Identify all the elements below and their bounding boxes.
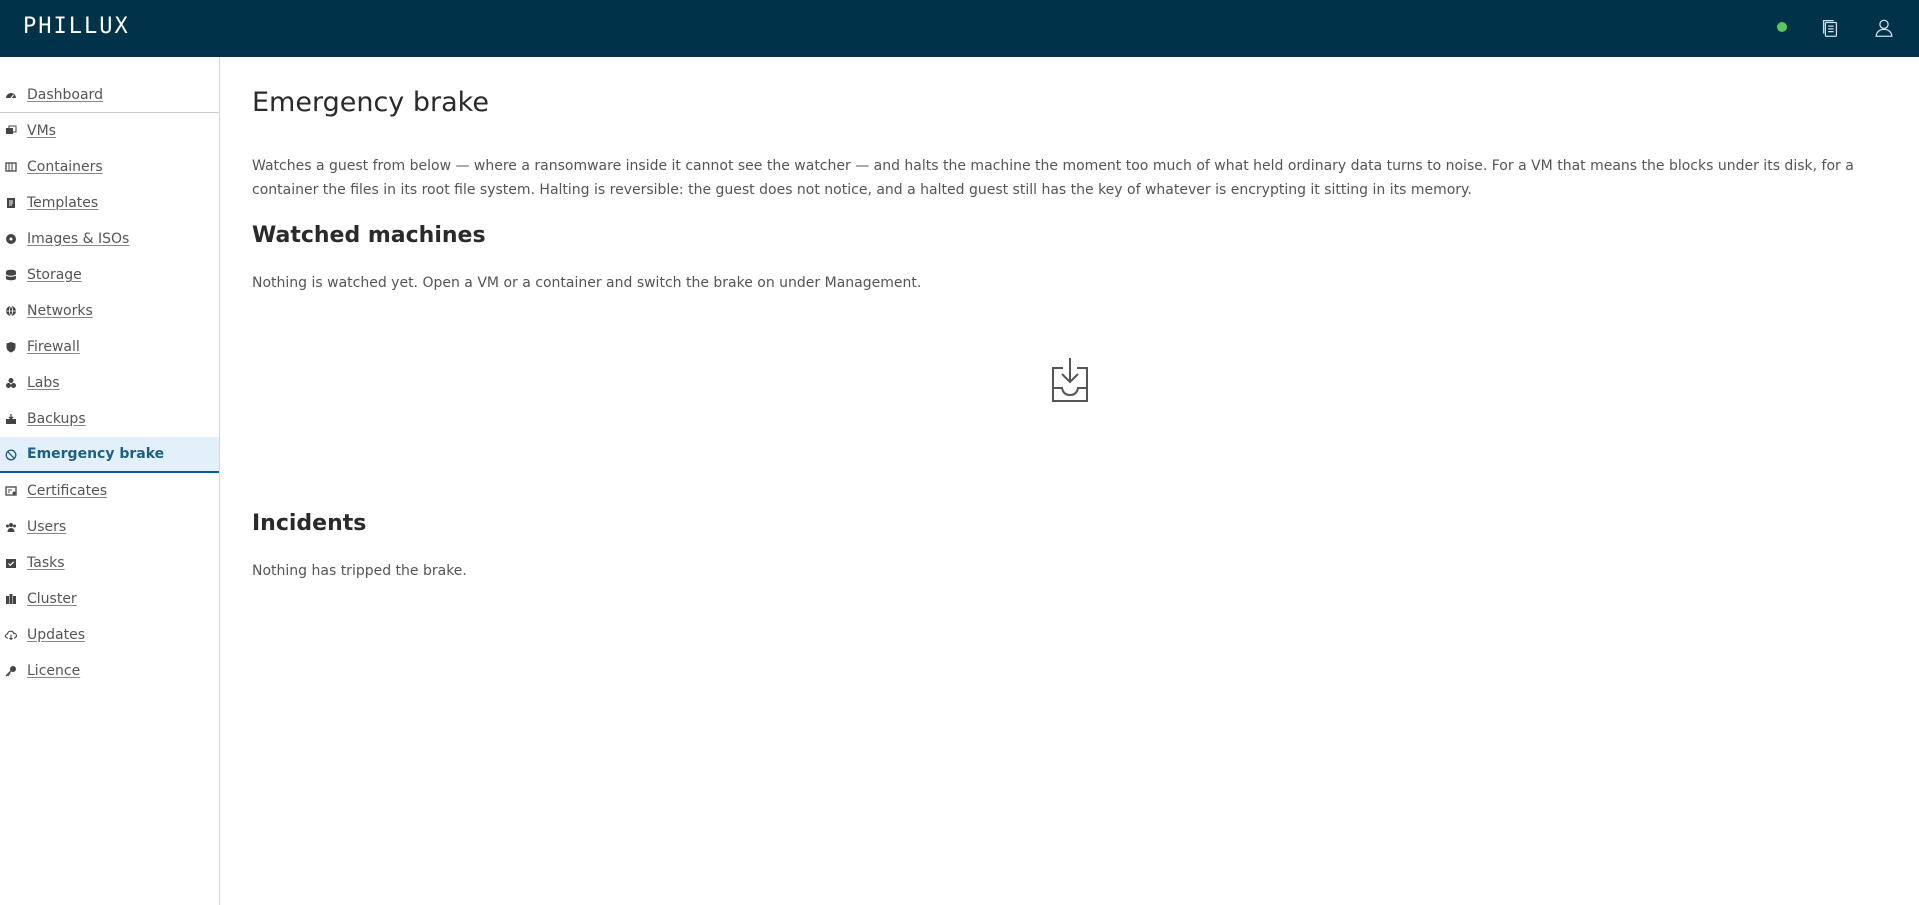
sidebar-item-containers[interactable]: Containers <box>0 149 219 185</box>
sidebar-item-vms[interactable]: VMs <box>0 113 219 149</box>
incidents-title: Incidents <box>252 511 367 536</box>
sidebar-item-label: Labs <box>27 375 60 391</box>
watched-empty-text: Nothing is watched yet. Open a VM or a c… <box>252 275 922 291</box>
sidebar-item-labs[interactable]: Labs <box>0 365 219 401</box>
sidebar-item-label: Tasks <box>27 555 65 571</box>
shield-icon <box>5 341 17 353</box>
sidebar-item-label: Firewall <box>27 339 80 355</box>
sidebar-item-label: Emergency brake <box>27 446 165 462</box>
tasks-icon <box>5 557 17 569</box>
sidebar-item-label: Dashboard <box>27 86 103 103</box>
templates-icon <box>5 197 17 209</box>
flask-icon <box>5 377 17 389</box>
cluster-icon <box>5 593 17 605</box>
sidebar-item-label: Licence <box>27 663 81 679</box>
sidebar-item-label: Cluster <box>27 591 77 607</box>
sidebar-item-label: Templates <box>27 195 99 211</box>
sidebar-item-label: Users <box>27 519 67 535</box>
key-icon <box>5 665 17 677</box>
certificate-icon <box>5 485 17 497</box>
sidebar-item-templates[interactable]: Templates <box>0 185 219 221</box>
sidebar-item-tasks[interactable]: Tasks <box>0 545 219 581</box>
sidebar-item-label: Certificates <box>27 483 108 499</box>
sidebar-item-certificates[interactable]: Certificates <box>0 473 219 509</box>
documents-icon[interactable] <box>1817 15 1843 41</box>
sidebar-item-dashboard[interactable]: Dashboard <box>0 77 219 113</box>
sidebar-item-label: Networks <box>27 303 93 319</box>
sidebar-item-images-isos[interactable]: Images & ISOs <box>0 221 219 257</box>
vms-icon <box>5 125 17 137</box>
app-logo[interactable]: PHILLUX <box>23 14 130 39</box>
globe-icon <box>5 305 17 317</box>
sidebar-item-cluster[interactable]: Cluster <box>0 581 219 617</box>
backup-icon <box>5 413 17 425</box>
disc-icon <box>5 233 17 245</box>
sidebar-item-updates[interactable]: Updates <box>0 617 219 653</box>
sidebar-item-emergency-brake[interactable]: Emergency brake <box>0 437 219 473</box>
ban-icon <box>5 449 17 461</box>
user-icon[interactable] <box>1871 15 1897 41</box>
inbox-download-icon <box>1050 357 1090 403</box>
watched-machines-title: Watched machines <box>252 223 486 248</box>
sidebar-item-label: Images & ISOs <box>27 231 130 247</box>
sidebar-item-storage[interactable]: Storage <box>0 257 219 293</box>
sidebar-item-label: Storage <box>27 267 82 283</box>
sidebar-item-licence[interactable]: Licence <box>0 653 219 689</box>
page-description: Watches a guest from below — where a ran… <box>252 158 1854 198</box>
sidebar-item-label: Updates <box>27 627 85 643</box>
sidebar: Dashboard VMs Containers Templates Image… <box>0 57 220 905</box>
sidebar-item-firewall[interactable]: Firewall <box>0 329 219 365</box>
status-indicator <box>1777 22 1787 32</box>
containers-icon <box>5 161 17 173</box>
top-bar: PHILLUX <box>0 0 1919 57</box>
cloud-download-icon <box>5 629 17 641</box>
dashboard-icon <box>5 89 17 101</box>
sidebar-item-label: Containers <box>27 159 103 175</box>
incidents-empty-text: Nothing has tripped the brake. <box>252 563 467 579</box>
sidebar-item-users[interactable]: Users <box>0 509 219 545</box>
users-icon <box>5 521 17 533</box>
page-title: Emergency brake <box>252 87 489 118</box>
sidebar-item-label: VMs <box>27 123 56 139</box>
sidebar-item-networks[interactable]: Networks <box>0 293 219 329</box>
storage-icon <box>5 269 17 281</box>
sidebar-item-label: Backups <box>27 411 86 427</box>
sidebar-item-backups[interactable]: Backups <box>0 401 219 437</box>
